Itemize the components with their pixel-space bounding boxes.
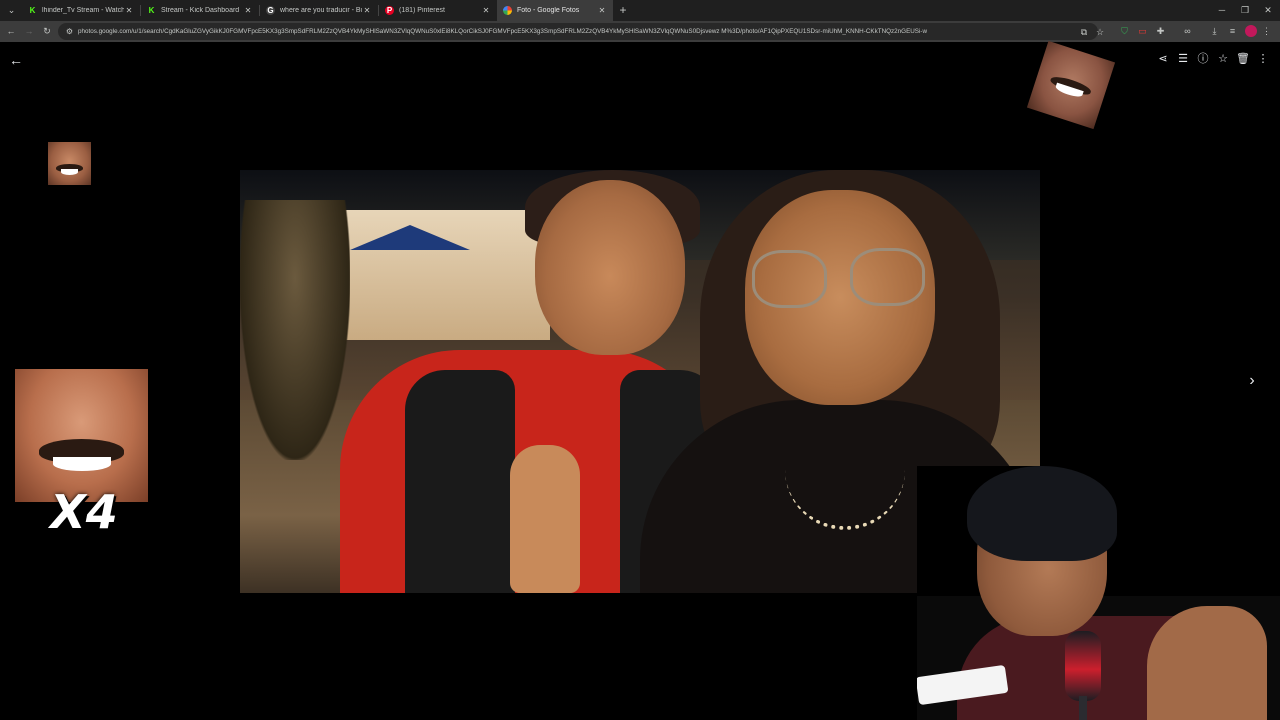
restore-icon[interactable]: ❐ (1234, 0, 1256, 21)
download-icon[interactable]: ⤓ (1208, 25, 1221, 38)
share-icon[interactable]: ⋖ (1156, 52, 1170, 66)
bookmark-star-icon[interactable]: ☆ (1094, 26, 1106, 38)
reload-icon[interactable]: ↻ (40, 24, 54, 38)
google-icon: G (266, 6, 275, 15)
record-extension-icon[interactable]: ▭ (1136, 25, 1149, 38)
new-tab-button[interactable]: + (615, 2, 631, 18)
pinterest-icon: P (385, 6, 394, 15)
tab-close-icon[interactable]: ✕ (243, 6, 253, 15)
streamer-webcam (917, 466, 1280, 720)
kick-icon: K (29, 6, 36, 15)
tab-google-photos[interactable]: Foto - Google Fotos ✕ (497, 0, 613, 21)
install-app-icon[interactable]: ⧉ (1078, 26, 1090, 38)
info-icon[interactable]: ⓘ (1196, 52, 1210, 66)
link-icon[interactable]: ∞ (1181, 25, 1194, 38)
url-text[interactable]: photos.google.com/u/1/search/CgdKaGluZGV… (78, 23, 978, 40)
viewer-back-icon[interactable]: ← (8, 52, 24, 68)
emote-multiplier-label: X4 (50, 485, 118, 539)
minimize-icon[interactable]: ─ (1211, 0, 1233, 21)
next-photo-icon[interactable]: › (1243, 372, 1261, 390)
kick-icon: K (148, 6, 155, 15)
delete-trash-icon[interactable]: 🗑 (1236, 52, 1250, 66)
browser-toolbar: ← → ↻ ⚙ photos.google.com/u/1/search/Cgd… (0, 21, 1280, 42)
emote-small (48, 142, 91, 185)
microphone (1065, 631, 1101, 701)
shield-extension-icon[interactable]: ⛉ (1118, 25, 1131, 38)
tab-close-icon[interactable]: ✕ (362, 6, 372, 15)
extensions-puzzle-icon[interactable]: ✚ (1154, 25, 1167, 38)
favorite-star-icon[interactable]: ☆ (1216, 52, 1230, 66)
media-controls-icon[interactable]: ≡ (1226, 25, 1239, 38)
profile-avatar[interactable] (1245, 25, 1257, 37)
tab-google-search[interactable]: G where are you traducir - Buscar ✕ (260, 0, 378, 21)
google-photos-icon (503, 6, 512, 15)
tab-search-icon[interactable]: ⌄ (4, 3, 19, 18)
tab-close-icon[interactable]: ✕ (597, 6, 607, 15)
browser-tab-strip: ⌄ K lhinder_Tv Stream - Watch Live ✕ K S… (0, 0, 1280, 21)
forward-icon[interactable]: → (22, 24, 36, 38)
tab-kick-stream[interactable]: K lhinder_Tv Stream - Watch Live ✕ (22, 0, 140, 21)
close-window-icon[interactable]: ✕ (1257, 0, 1279, 21)
tab-kick-dashboard[interactable]: K Stream - Kick Dashboard ✕ (141, 0, 259, 21)
menu-kebab-icon[interactable]: ⋮ (1260, 25, 1273, 38)
more-options-icon[interactable]: ⋮ (1256, 52, 1270, 66)
site-info-icon[interactable]: ⚙ (64, 26, 75, 37)
tab-close-icon[interactable]: ✕ (481, 6, 491, 15)
address-bar[interactable]: ⚙ photos.google.com/u/1/search/CgdKaGluZ… (58, 23, 1104, 40)
tab-pinterest[interactable]: P (181) Pinterest ✕ (379, 0, 497, 21)
back-icon[interactable]: ← (4, 24, 18, 38)
edit-adjust-icon[interactable]: ☰ (1176, 52, 1190, 66)
tab-close-icon[interactable]: ✕ (124, 6, 134, 15)
